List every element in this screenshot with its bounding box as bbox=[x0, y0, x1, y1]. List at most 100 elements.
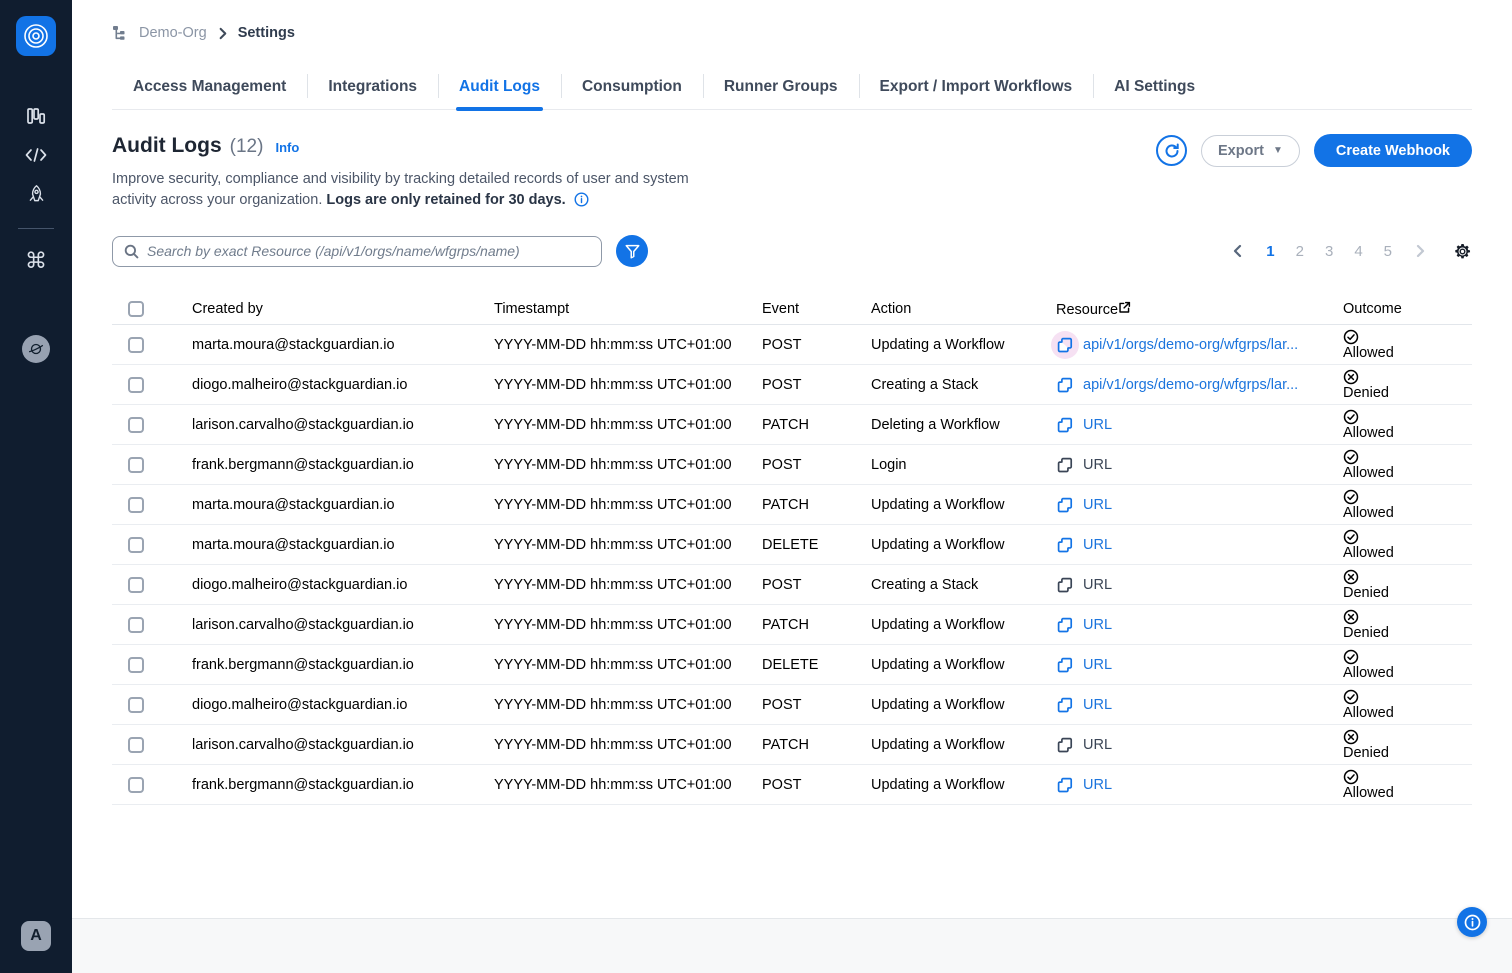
command-icon[interactable]: ⌘ bbox=[24, 249, 48, 273]
resource-link[interactable]: URL bbox=[1083, 617, 1112, 633]
code-icon[interactable] bbox=[24, 143, 48, 167]
copy-resource-icon[interactable] bbox=[1056, 536, 1074, 554]
timestamp-link[interactable]: YYYY-MM-DD hh:mm:ss UTC+01:00 bbox=[478, 777, 746, 793]
timestamp-link[interactable]: YYYY-MM-DD hh:mm:ss UTC+01:00 bbox=[478, 337, 746, 353]
timestamp-link[interactable]: YYYY-MM-DD hh:mm:ss UTC+01:00 bbox=[478, 417, 746, 433]
copy-resource-icon[interactable] bbox=[1056, 656, 1074, 674]
tab-export-import-workflows[interactable]: Export / Import Workflows bbox=[859, 68, 1094, 109]
created-by-link[interactable]: diogo.malheiro@stackguardian.io bbox=[176, 377, 478, 393]
created-by-link[interactable]: diogo.malheiro@stackguardian.io bbox=[176, 577, 478, 593]
export-button[interactable]: Export ▼ bbox=[1201, 135, 1300, 167]
row-checkbox[interactable] bbox=[128, 417, 144, 433]
created-by-link[interactable]: marta.moura@stackguardian.io bbox=[176, 497, 478, 513]
created-by-link[interactable]: larison.carvalho@stackguardian.io bbox=[176, 617, 478, 633]
info-link[interactable]: Info bbox=[275, 140, 299, 155]
pagination-page-2[interactable]: 2 bbox=[1296, 243, 1304, 260]
row-checkbox[interactable] bbox=[128, 737, 144, 753]
tab-ai-settings[interactable]: AI Settings bbox=[1093, 68, 1216, 109]
timestamp-link[interactable]: YYYY-MM-DD hh:mm:ss UTC+01:00 bbox=[478, 737, 746, 753]
row-checkbox[interactable] bbox=[128, 777, 144, 793]
tab-audit-logs[interactable]: Audit Logs bbox=[438, 68, 561, 109]
resource-link[interactable]: URL bbox=[1083, 657, 1112, 673]
pagination-page-1[interactable]: 1 bbox=[1266, 243, 1274, 260]
resource-link[interactable]: URL bbox=[1083, 577, 1112, 593]
app-logo[interactable] bbox=[16, 16, 56, 56]
column-header-action[interactable]: Action bbox=[855, 301, 1040, 317]
timestamp-link[interactable]: YYYY-MM-DD hh:mm:ss UTC+01:00 bbox=[478, 377, 746, 393]
row-checkbox[interactable] bbox=[128, 377, 144, 393]
resource-link[interactable]: URL bbox=[1083, 697, 1112, 713]
pagination: 1 2 3 4 5 bbox=[1231, 243, 1427, 260]
column-header-timestamp[interactable]: Timestampt bbox=[478, 301, 746, 317]
rocket-icon[interactable] bbox=[24, 182, 48, 206]
created-by-link[interactable]: diogo.malheiro@stackguardian.io bbox=[176, 697, 478, 713]
pagination-page-4[interactable]: 4 bbox=[1354, 243, 1362, 260]
search-input[interactable] bbox=[147, 243, 590, 259]
created-by-link[interactable]: larison.carvalho@stackguardian.io bbox=[176, 417, 478, 433]
help-info-button[interactable] bbox=[1457, 907, 1487, 937]
resource-link[interactable]: URL bbox=[1083, 417, 1112, 433]
resource-link[interactable]: URL bbox=[1083, 497, 1112, 513]
retention-info-icon[interactable] bbox=[574, 192, 589, 207]
timestamp-link[interactable]: YYYY-MM-DD hh:mm:ss UTC+01:00 bbox=[478, 617, 746, 633]
tab-integrations[interactable]: Integrations bbox=[307, 68, 438, 109]
refresh-icon bbox=[1164, 143, 1180, 159]
timestamp-link[interactable]: YYYY-MM-DD hh:mm:ss UTC+01:00 bbox=[478, 577, 746, 593]
tab-runner-groups[interactable]: Runner Groups bbox=[703, 68, 859, 109]
row-checkbox[interactable] bbox=[128, 657, 144, 673]
timestamp-link[interactable]: YYYY-MM-DD hh:mm:ss UTC+01:00 bbox=[478, 537, 746, 553]
copy-resource-icon[interactable] bbox=[1056, 456, 1074, 474]
resource-link[interactable]: URL bbox=[1083, 777, 1112, 793]
copy-resource-icon[interactable] bbox=[1056, 376, 1074, 394]
timestamp-link[interactable]: YYYY-MM-DD hh:mm:ss UTC+01:00 bbox=[478, 657, 746, 673]
created-by-link[interactable]: frank.bergmann@stackguardian.io bbox=[176, 777, 478, 793]
column-header-outcome[interactable]: Outcome bbox=[1327, 301, 1472, 317]
create-webhook-button[interactable]: Create Webhook bbox=[1314, 134, 1472, 167]
column-header-event[interactable]: Event bbox=[746, 301, 855, 317]
copy-resource-icon[interactable] bbox=[1056, 336, 1074, 354]
copy-resource-icon[interactable] bbox=[1056, 616, 1074, 634]
table-settings-gear-icon[interactable] bbox=[1453, 242, 1472, 261]
planet-avatar-icon[interactable] bbox=[22, 335, 50, 363]
row-checkbox[interactable] bbox=[128, 497, 144, 513]
copy-resource-icon[interactable] bbox=[1056, 736, 1074, 754]
row-checkbox[interactable] bbox=[128, 457, 144, 473]
column-header-resource[interactable]: Resource bbox=[1040, 301, 1327, 318]
user-avatar[interactable]: A bbox=[21, 921, 51, 951]
timestamp-link[interactable]: YYYY-MM-DD hh:mm:ss UTC+01:00 bbox=[478, 457, 746, 473]
refresh-button[interactable] bbox=[1156, 135, 1187, 166]
resource-link[interactable]: URL bbox=[1083, 537, 1112, 553]
row-checkbox[interactable] bbox=[128, 337, 144, 353]
created-by-link[interactable]: larison.carvalho@stackguardian.io bbox=[176, 737, 478, 753]
pagination-next-icon[interactable] bbox=[1413, 244, 1427, 258]
dashboard-bars-icon[interactable] bbox=[24, 104, 48, 128]
row-checkbox[interactable] bbox=[128, 577, 144, 593]
created-by-link[interactable]: frank.bergmann@stackguardian.io bbox=[176, 657, 478, 673]
resource-link[interactable]: URL bbox=[1083, 737, 1112, 753]
copy-resource-icon[interactable] bbox=[1056, 416, 1074, 434]
row-checkbox[interactable] bbox=[128, 617, 144, 633]
pagination-page-5[interactable]: 5 bbox=[1384, 243, 1392, 260]
resource-link[interactable]: api/v1/orgs/demo-org/wfgrps/lar... bbox=[1083, 337, 1298, 353]
created-by-link[interactable]: marta.moura@stackguardian.io bbox=[176, 337, 478, 353]
breadcrumb-org[interactable]: Demo-Org bbox=[139, 25, 207, 41]
pagination-page-3[interactable]: 3 bbox=[1325, 243, 1333, 260]
copy-resource-icon[interactable] bbox=[1056, 576, 1074, 594]
filter-button[interactable] bbox=[616, 235, 648, 267]
copy-resource-icon[interactable] bbox=[1056, 496, 1074, 514]
row-checkbox[interactable] bbox=[128, 697, 144, 713]
tab-access-management[interactable]: Access Management bbox=[112, 68, 307, 109]
tab-consumption[interactable]: Consumption bbox=[561, 68, 703, 109]
column-header-created-by[interactable]: Created by bbox=[176, 301, 478, 317]
created-by-link[interactable]: marta.moura@stackguardian.io bbox=[176, 537, 478, 553]
select-all-checkbox[interactable] bbox=[128, 301, 144, 317]
pagination-prev-icon[interactable] bbox=[1231, 244, 1245, 258]
created-by-link[interactable]: frank.bergmann@stackguardian.io bbox=[176, 457, 478, 473]
resource-link[interactable]: URL bbox=[1083, 457, 1112, 473]
copy-resource-icon[interactable] bbox=[1056, 696, 1074, 714]
row-checkbox[interactable] bbox=[128, 537, 144, 553]
timestamp-link[interactable]: YYYY-MM-DD hh:mm:ss UTC+01:00 bbox=[478, 697, 746, 713]
resource-link[interactable]: api/v1/orgs/demo-org/wfgrps/lar... bbox=[1083, 377, 1298, 393]
timestamp-link[interactable]: YYYY-MM-DD hh:mm:ss UTC+01:00 bbox=[478, 497, 746, 513]
copy-resource-icon[interactable] bbox=[1056, 776, 1074, 794]
